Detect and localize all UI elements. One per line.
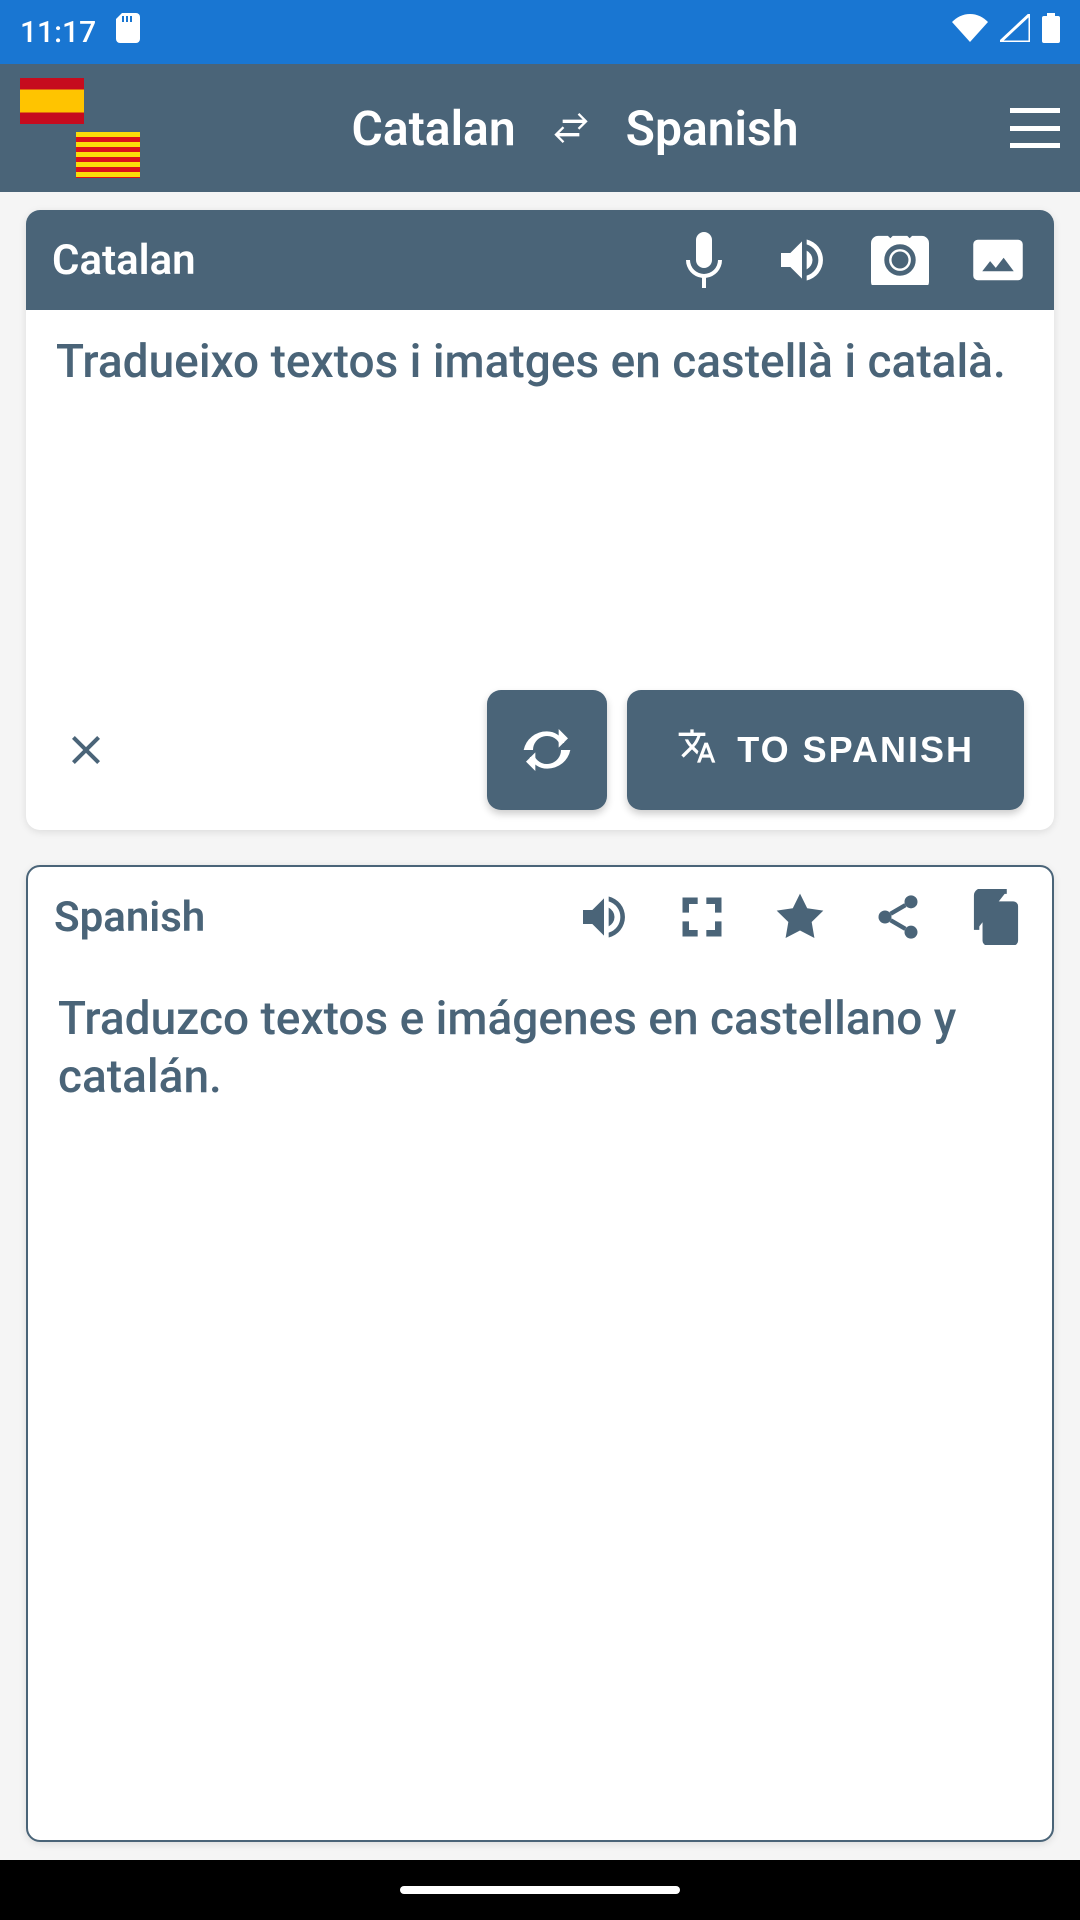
camera-icon[interactable]: [870, 230, 930, 290]
output-card-header: Spanish: [28, 867, 1052, 967]
flag-spain-icon: [20, 78, 84, 124]
wifi-icon: [952, 14, 988, 50]
input-card-header: Catalan: [26, 210, 1054, 310]
input-text-area[interactable]: Tradueixo textos i imatges en castellà i…: [26, 310, 1054, 670]
action-buttons: TO SPANISH: [487, 690, 1024, 810]
status-left: 11:17: [20, 13, 140, 51]
copy-icon[interactable]: [966, 887, 1026, 947]
translate-button[interactable]: TO SPANISH: [627, 690, 1024, 810]
input-tools: [674, 230, 1028, 290]
signal-icon: [1000, 14, 1030, 50]
flag-catalan-icon: [76, 132, 140, 178]
swap-languages-icon[interactable]: [546, 103, 596, 153]
fullscreen-icon[interactable]: [672, 887, 732, 947]
microphone-icon[interactable]: [674, 230, 734, 290]
input-card-footer: TO SPANISH: [26, 670, 1054, 830]
home-indicator[interactable]: [400, 1886, 680, 1894]
output-card: Spanish Traduzco textos e imágen: [26, 865, 1054, 1842]
translate-button-label: TO SPANISH: [737, 729, 974, 771]
menu-icon[interactable]: [1010, 108, 1060, 148]
speaker-icon[interactable]: [772, 230, 832, 290]
translate-icon: [677, 726, 717, 775]
output-tools: [574, 887, 1026, 947]
clear-button[interactable]: [56, 720, 116, 780]
share-icon[interactable]: [868, 887, 928, 947]
language-selector[interactable]: Catalan Spanish: [352, 100, 799, 157]
source-language[interactable]: Catalan: [352, 100, 516, 157]
app-header: Catalan Spanish: [0, 64, 1080, 192]
status-time: 11:17: [20, 15, 96, 50]
star-icon[interactable]: [770, 887, 830, 947]
input-card: Catalan Tradueixo textos i imatges en ca…: [26, 210, 1054, 830]
output-language-label: Spanish: [54, 893, 205, 942]
sd-card-icon: [116, 13, 140, 51]
app-logo[interactable]: [20, 78, 140, 178]
main-content: Catalan Tradueixo textos i imatges en ca…: [0, 192, 1080, 1860]
refresh-button[interactable]: [487, 690, 607, 810]
image-icon[interactable]: [968, 230, 1028, 290]
battery-icon: [1042, 13, 1060, 51]
input-language-label: Catalan: [52, 236, 196, 285]
status-right: [952, 13, 1060, 51]
status-bar: 11:17: [0, 0, 1080, 64]
output-text-area[interactable]: Traduzco textos e imágenes en castellano…: [28, 967, 1052, 1840]
navigation-bar: [0, 1860, 1080, 1920]
target-language[interactable]: Spanish: [626, 100, 799, 157]
speaker-output-icon[interactable]: [574, 887, 634, 947]
